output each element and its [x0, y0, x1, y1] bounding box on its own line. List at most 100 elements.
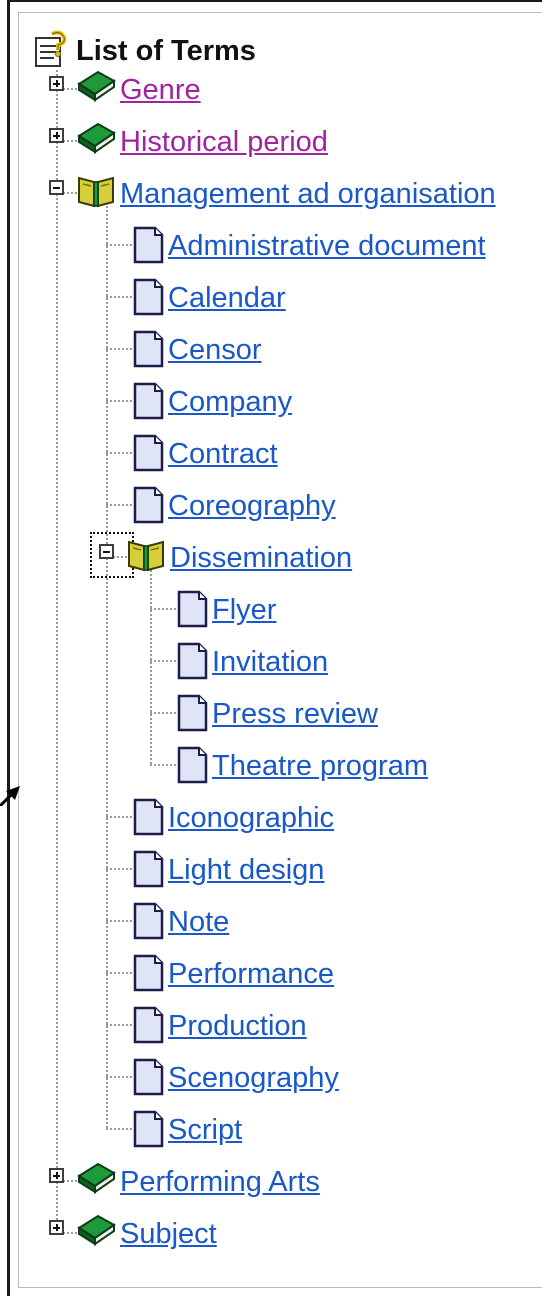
tree-connector	[106, 1076, 132, 1078]
tree-connector	[63, 1180, 77, 1182]
document-icon	[133, 1058, 164, 1096]
tree-item-administrative-document[interactable]: Administrative document	[168, 230, 486, 262]
tree-item-dissemination[interactable]: Dissemination	[170, 542, 352, 574]
open-book-icon	[126, 536, 166, 577]
document-icon	[133, 1006, 164, 1044]
notes-icon	[35, 30, 67, 67]
document-icon	[133, 330, 164, 368]
tree-connector	[106, 504, 132, 506]
tree-item-performance[interactable]: Performance	[168, 958, 334, 990]
tree-item-script[interactable]: Script	[168, 1114, 242, 1146]
document-icon	[133, 798, 164, 836]
closed-book-icon	[76, 1160, 116, 1199]
expand-toggle-subject[interactable]	[49, 1220, 64, 1235]
open-book-icon	[78, 176, 114, 208]
document-icon	[133, 434, 164, 472]
tree-connector	[106, 348, 132, 350]
tree-connector	[106, 972, 132, 974]
tree-item-coreography[interactable]: Coreography	[168, 490, 336, 522]
tree-connector	[150, 608, 176, 610]
closed-book-icon	[77, 70, 116, 102]
document-icon	[132, 434, 164, 477]
tree-connector	[106, 400, 132, 402]
tree-connector	[106, 816, 132, 818]
tree-guide-line	[150, 566, 152, 764]
closed-book-icon	[76, 68, 116, 107]
document-icon	[132, 798, 164, 841]
expand-toggle-genre[interactable]	[49, 76, 64, 91]
tree-root: List of Terms	[32, 30, 256, 75]
arrow-cursor-icon	[0, 786, 20, 806]
document-icon	[177, 642, 208, 680]
open-book-icon	[128, 540, 164, 572]
tree-item-invitation[interactable]: Invitation	[212, 646, 328, 678]
tree-connector	[106, 1024, 132, 1026]
tree-connector	[150, 764, 176, 766]
document-icon	[133, 850, 164, 888]
document-icon	[132, 1110, 164, 1153]
document-icon	[176, 746, 208, 789]
expand-toggle-performing-arts[interactable]	[49, 1168, 64, 1183]
document-icon	[132, 1058, 164, 1101]
document-icon	[176, 642, 208, 685]
tree-item-scenography[interactable]: Scenography	[168, 1062, 339, 1094]
document-icon	[132, 226, 164, 269]
tree-connector	[106, 296, 132, 298]
tree-connector	[63, 88, 77, 90]
tree-item-performing-arts[interactable]: Performing Arts	[120, 1166, 320, 1198]
document-icon	[132, 850, 164, 893]
closed-book-icon	[77, 1214, 116, 1246]
tree-connector	[106, 244, 132, 246]
tree-connector	[150, 660, 176, 662]
tree-item-contract[interactable]: Contract	[168, 438, 278, 470]
tree-item-subject[interactable]: Subject	[120, 1218, 217, 1250]
document-icon	[133, 382, 164, 420]
tree-guide-line	[106, 202, 108, 1128]
document-icon	[133, 902, 164, 940]
closed-book-icon	[77, 122, 116, 154]
tree-item-production[interactable]: Production	[168, 1010, 307, 1042]
document-icon	[132, 278, 164, 321]
open-book-icon	[76, 172, 116, 213]
collapse-toggle-management-ad-organisation[interactable]	[49, 180, 64, 195]
tree-item-note[interactable]: Note	[168, 906, 229, 938]
closed-book-icon	[77, 1162, 116, 1194]
tree-item-flyer[interactable]: Flyer	[212, 594, 276, 626]
tree-item-press-review[interactable]: Press review	[212, 698, 378, 730]
document-icon	[133, 226, 164, 264]
tree-connector	[106, 868, 132, 870]
tree-connector	[63, 1232, 77, 1234]
tree-guide-line	[56, 70, 58, 1232]
document-icon	[176, 590, 208, 633]
document-icon	[177, 746, 208, 784]
tree-connector	[63, 140, 77, 142]
document-icon	[133, 1110, 164, 1148]
document-icon	[132, 330, 164, 373]
document-icon	[132, 486, 164, 529]
tree-item-management-ad-organisation[interactable]: Management ad organisation	[120, 178, 496, 210]
document-icon	[133, 486, 164, 524]
tree-item-theatre-program[interactable]: Theatre program	[212, 750, 428, 782]
document-icon	[132, 954, 164, 997]
tree-item-historical-period[interactable]: Historical period	[120, 126, 328, 158]
tree-item-calendar[interactable]: Calendar	[168, 282, 286, 314]
tree-item-iconographic[interactable]: Iconographic	[168, 802, 334, 834]
closed-book-icon	[76, 1212, 116, 1251]
tree-item-light-design[interactable]: Light design	[168, 854, 324, 886]
closed-book-icon	[76, 120, 116, 159]
document-icon	[132, 382, 164, 425]
tree-item-censor[interactable]: Censor	[168, 334, 262, 366]
tree-item-genre[interactable]: Genre	[120, 74, 201, 106]
tree-connector	[106, 452, 132, 454]
tree-connector	[63, 192, 77, 194]
document-icon	[133, 278, 164, 316]
expand-toggle-historical-period[interactable]	[49, 128, 64, 143]
document-icon	[133, 954, 164, 992]
document-icon	[176, 694, 208, 737]
document-icon	[177, 694, 208, 732]
tree-connector	[106, 1128, 132, 1130]
document-icon	[132, 1006, 164, 1049]
document-icon	[177, 590, 208, 628]
tree-connector	[106, 920, 132, 922]
tree-item-company[interactable]: Company	[168, 386, 292, 418]
